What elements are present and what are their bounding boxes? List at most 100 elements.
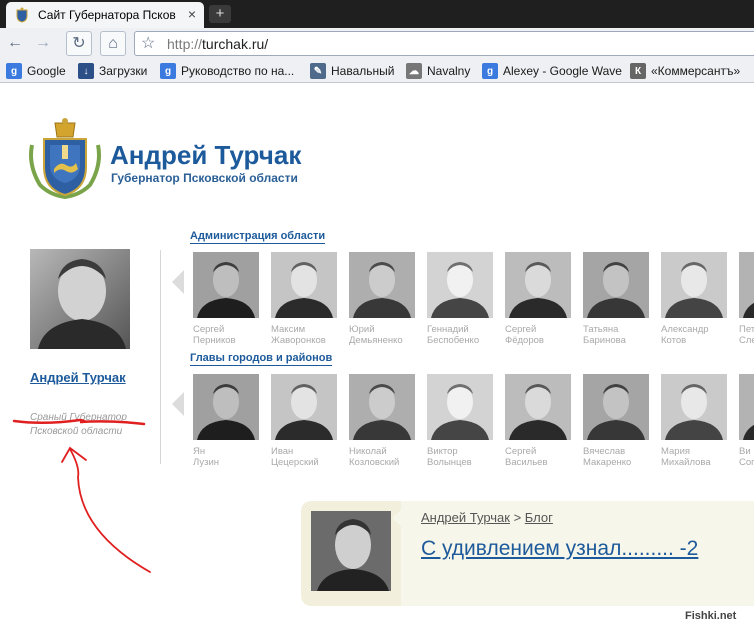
blog-bubble: Андрей Турчак > Блог С удивлением узнал.… [301, 501, 754, 606]
admin-person-card[interactable]: Сергей Перников [193, 252, 259, 346]
governor-name-link[interactable]: Андрей Турчак [30, 370, 126, 385]
blog-post-title-link[interactable]: С удивлением узнал......... -2 [421, 537, 698, 561]
bookmark-label: Навальный [331, 64, 395, 78]
column-divider [160, 250, 161, 464]
bookmark-star-icon[interactable]: ☆ [141, 33, 155, 53]
person-photo[interactable] [505, 374, 571, 440]
bookmark-item[interactable]: g Google [6, 63, 66, 79]
breadcrumb-blog-link[interactable]: Блог [525, 510, 553, 525]
person-photo[interactable] [739, 252, 754, 318]
heads-person-card[interactable]: Николай Козловский [349, 374, 415, 468]
person-last-name: Михайлова [661, 457, 711, 468]
governor-role: Сраный Губернатор Псковской области [30, 411, 127, 439]
person-photo[interactable] [739, 374, 754, 440]
person-photo[interactable] [193, 252, 259, 318]
person-last-name: Сле [739, 335, 754, 346]
person-first-name: Татьяна [583, 324, 619, 335]
person-first-name: Сергей [505, 324, 537, 335]
google-icon: g [6, 63, 22, 79]
kommersant-icon: К [630, 63, 646, 79]
admin-person-card[interactable]: Геннадий Беспобенко [427, 252, 493, 346]
site-title[interactable]: Андрей Турчак [110, 140, 301, 171]
active-tab[interactable]: Сайт Губернатора Псков × [6, 2, 204, 28]
bookmark-item[interactable]: g Руководство по на... [160, 63, 294, 79]
admin-section-heading[interactable]: Администрация области [190, 230, 326, 244]
new-tab-button[interactable]: + [209, 5, 231, 23]
bookmark-item[interactable]: ✎ Навальный [310, 63, 394, 79]
person-first-name: Максим [271, 324, 306, 335]
admin-person-card[interactable]: Юрий Демьяненко [349, 252, 415, 346]
breadcrumb-author-link[interactable]: Андрей Турчак [421, 510, 510, 525]
person-last-name: Котов [661, 335, 687, 346]
forward-arrow-icon[interactable]: → [30, 31, 56, 56]
reload-icon[interactable]: ↻ [66, 31, 92, 56]
person-photo[interactable] [427, 252, 493, 318]
annotation-arrowhead [61, 446, 87, 463]
tab-title: Сайт Губернатора Псков [38, 8, 176, 22]
person-first-name: Александр [661, 324, 709, 335]
person-last-name: Баринова [583, 335, 626, 346]
bookmark-item[interactable]: К «Коммерсантъ» [630, 63, 740, 79]
person-last-name: Демьяненко [349, 335, 403, 346]
tab-strip: Сайт Губернатора Псков × + [0, 0, 754, 28]
person-photo[interactable] [349, 252, 415, 318]
person-first-name: Иван [271, 446, 294, 457]
bookmarks-bar: g Google ↓ Загрузки g Руководство по на... ✎ На… [0, 59, 754, 83]
heads-person-card[interactable]: Иван Цецерский [271, 374, 337, 468]
person-photo[interactable] [271, 374, 337, 440]
person-first-name: Ви [739, 446, 751, 457]
bookmark-item[interactable]: ↓ Загрузки [78, 63, 147, 79]
bookmark-label: Загрузки [99, 64, 148, 78]
bookmark-label: Google [27, 64, 66, 78]
person-photo[interactable] [271, 252, 337, 318]
heads-person-card[interactable]: Сергей Васильев [505, 374, 571, 468]
heads-section-heading[interactable]: Главы городов и районов [190, 352, 333, 366]
governor-photo[interactable] [30, 249, 130, 349]
person-last-name: Беспобенко [427, 335, 480, 346]
back-arrow-icon[interactable]: ← [2, 31, 28, 56]
bookmark-item[interactable]: g Alexey - Google Wave [482, 63, 622, 79]
heads-person-card[interactable]: Ви Сог [739, 374, 754, 468]
heads-person-card[interactable]: Виктор Волынцев [427, 374, 493, 468]
google-icon: g [482, 63, 498, 79]
person-first-name: Вячеслав [583, 446, 626, 457]
governor-role-line1: Сраный Губернатор [30, 412, 127, 423]
person-photo[interactable] [661, 374, 727, 440]
heads-person-card[interactable]: Мария Михайлова [661, 374, 727, 468]
blog-bubble-tail [392, 509, 402, 527]
home-icon[interactable]: ⌂ [100, 31, 126, 56]
person-photo[interactable] [661, 252, 727, 318]
heads-person-card[interactable]: Ян Лузин [193, 374, 259, 468]
heads-scroll-left-icon[interactable] [172, 392, 184, 416]
pen-icon: ✎ [310, 63, 326, 79]
navigation-toolbar: ← → ↻ ⌂ ☆ http://turchak.ru/ [0, 28, 754, 59]
admin-scroll-left-icon[interactable] [172, 270, 184, 294]
person-first-name: Юрий [349, 324, 375, 335]
admin-person-card[interactable]: ПетСле [739, 252, 754, 346]
admin-person-card[interactable]: Александр Котов [661, 252, 727, 346]
address-bar[interactable]: ☆ http://turchak.ru/ [134, 31, 754, 56]
heads-person-card[interactable]: Вячеслав Макаренко [583, 374, 649, 468]
person-last-name: Цецерский [271, 457, 319, 468]
bookmark-label: «Коммерсантъ» [651, 64, 741, 78]
person-photo[interactable] [583, 252, 649, 318]
person-photo[interactable] [427, 374, 493, 440]
admin-person-card[interactable]: Сергей Фёдоров [505, 252, 571, 346]
chat-icon: ☁ [406, 63, 422, 79]
bookmark-item[interactable]: ☁ Navalny [406, 63, 470, 79]
admin-person-card[interactable]: Татьяна Баринова [583, 252, 649, 346]
person-photo[interactable] [193, 374, 259, 440]
person-photo[interactable] [349, 374, 415, 440]
person-first-name: Сергей [505, 446, 537, 457]
person-photo[interactable] [583, 374, 649, 440]
admin-person-card[interactable]: Максим Жаворонков [271, 252, 337, 346]
blog-author-photo[interactable] [311, 511, 391, 591]
google-icon: g [160, 63, 176, 79]
person-photo[interactable] [505, 252, 571, 318]
bookmark-label: Alexey - Google Wave [503, 64, 622, 78]
person-first-name: Сергей [193, 324, 225, 335]
bookmark-label: Руководство по на... [181, 64, 295, 78]
tab-close-icon[interactable]: × [188, 6, 196, 22]
person-first-name: Ян [193, 446, 206, 457]
person-last-name: Волынцев [427, 457, 472, 468]
